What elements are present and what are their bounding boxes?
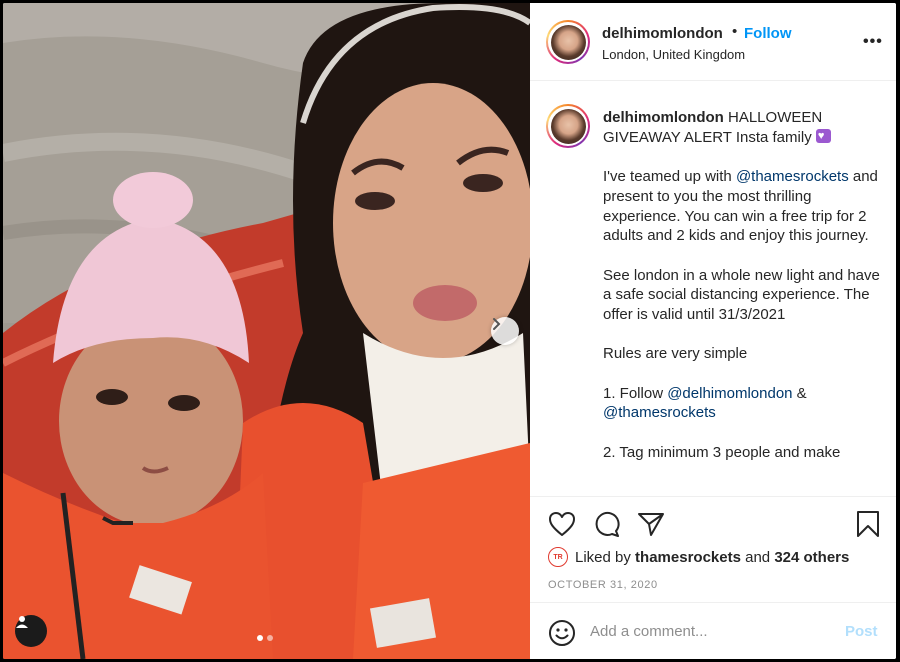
- comment-button[interactable]: [592, 511, 620, 537]
- avatar-image: [550, 24, 586, 60]
- caption-paragraph-6: 2. Tag minimum 3 people and make: [603, 443, 841, 461]
- bookmark-icon: [857, 511, 879, 537]
- liker-avatar[interactable]: TR: [548, 547, 568, 567]
- likes-prefix: Liked by: [575, 548, 631, 566]
- user-tags-button[interactable]: [15, 615, 47, 647]
- caption-paragraph-5: 1. Follow @delhimomlondon & @thamesrocke…: [603, 384, 807, 422]
- carousel-next-button[interactable]: [491, 317, 519, 345]
- follow-button[interactable]: Follow: [744, 25, 792, 42]
- share-button[interactable]: [637, 511, 665, 537]
- purple-heart-icon: [815, 128, 831, 143]
- carousel-indicator: [257, 635, 273, 641]
- comment-input[interactable]: [590, 619, 820, 643]
- post-caption: delhimomlondon HALLOWEEN GIVEAWAY ALERT …: [603, 108, 889, 463]
- author-avatar[interactable]: [546, 20, 590, 64]
- post-location[interactable]: London, United Kingdom: [602, 47, 745, 62]
- heart-icon: [549, 512, 575, 536]
- emoji-button[interactable]: [548, 619, 576, 647]
- caption-line-1: delhimomlondon HALLOWEEN GIVEAWAY ALERT …: [603, 108, 889, 147]
- header-separator: •: [732, 23, 738, 40]
- save-button[interactable]: [856, 510, 880, 538]
- paper-plane-icon: [638, 513, 664, 536]
- caption-paragraph-2: I've teamed up with @thamesrockets and p…: [603, 168, 878, 245]
- smiley-icon: [549, 620, 575, 646]
- chevron-right-icon: [493, 318, 501, 330]
- caption-paragraph-3: See london in a whole new light and have…: [603, 266, 880, 323]
- mention-thamesrockets[interactable]: @thamesrockets: [736, 168, 849, 185]
- carousel-dot: [267, 635, 273, 641]
- post-actions: TR Liked by thamesrockets and 324 others…: [530, 496, 896, 659]
- post-side-panel: delhimomlondon • Follow London, United K…: [530, 3, 896, 659]
- likes-summary: TR Liked by thamesrockets and 324 others: [548, 547, 849, 567]
- comment-icon: [595, 511, 620, 537]
- caption-username[interactable]: delhimomlondon: [603, 109, 724, 126]
- avatar-image: [550, 108, 586, 144]
- likes-count[interactable]: 324 others: [774, 549, 849, 566]
- mention-delhimomlondon[interactable]: @delhimomlondon: [667, 385, 792, 402]
- post-header: delhimomlondon • Follow London, United K…: [530, 3, 896, 81]
- caption-scroll-area[interactable]: delhimomlondon HALLOWEEN GIVEAWAY ALERT …: [530, 82, 896, 496]
- post-photo[interactable]: [3, 3, 530, 659]
- post-comment-button[interactable]: Post: [845, 623, 878, 640]
- author-username[interactable]: delhimomlondon: [602, 25, 723, 42]
- screenshot-frame: delhimomlondon • Follow London, United K…: [0, 0, 900, 662]
- mention-thamesrockets[interactable]: @thamesrockets: [603, 404, 716, 421]
- more-options-icon[interactable]: •••: [863, 33, 883, 51]
- carousel-dot-active: [257, 635, 263, 641]
- comment-bar: Post: [530, 602, 896, 659]
- caption-paragraph-4: Rules are very simple: [603, 345, 748, 363]
- likes-middle: and: [740, 548, 775, 566]
- like-button[interactable]: [548, 511, 576, 537]
- post-date[interactable]: OCTOBER 31, 2020: [548, 579, 658, 591]
- user-tag-icon: [16, 616, 28, 628]
- post-card: delhimomlondon • Follow London, United K…: [3, 3, 896, 659]
- liker-username[interactable]: thamesrockets: [635, 549, 741, 566]
- photo-illustration: [3, 3, 530, 659]
- caption-author-avatar[interactable]: [546, 104, 590, 148]
